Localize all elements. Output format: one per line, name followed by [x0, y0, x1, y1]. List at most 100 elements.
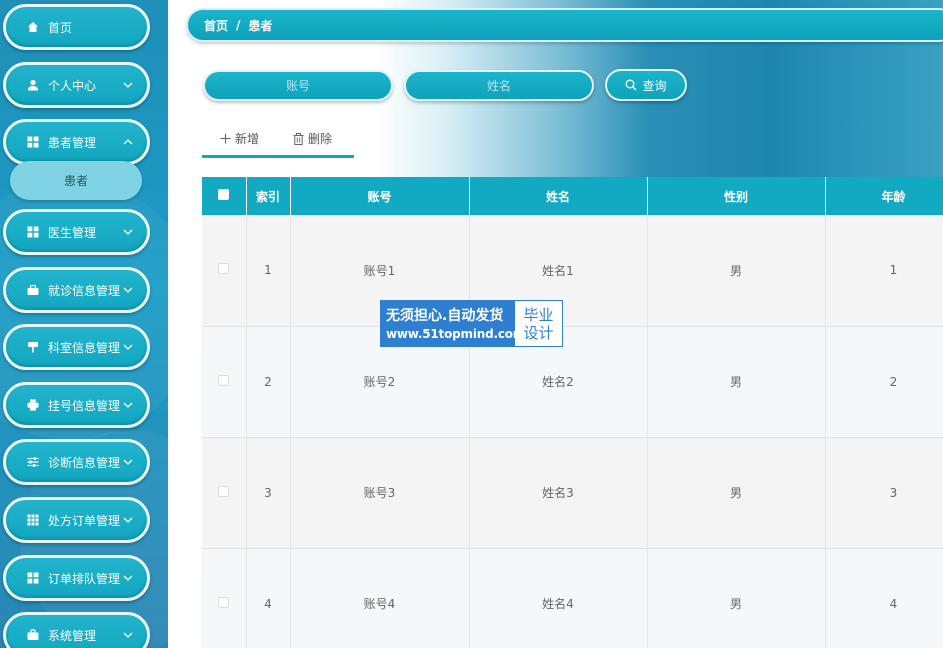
delete-button-label: 删除	[308, 132, 333, 146]
user-icon	[26, 78, 40, 92]
submenu-item-patient[interactable]: 患者	[10, 161, 142, 200]
add-button-label: 新增	[235, 132, 260, 146]
sidebar-item-system-management[interactable]: 系统管理	[3, 612, 150, 648]
delete-button[interactable]: 删除	[293, 130, 332, 147]
header-name: 姓名	[469, 177, 648, 215]
row-checkbox[interactable]	[218, 374, 230, 386]
plus-icon	[220, 133, 231, 144]
chevron-down-icon	[121, 340, 135, 354]
sidebar-item-label: 订单排队管理	[48, 571, 121, 586]
table-row[interactable]: 4 账号4 姓名4 男 4	[202, 548, 943, 648]
breadcrumb-home[interactable]: 首页	[204, 17, 228, 34]
chevron-down-icon	[121, 225, 135, 239]
watermark-right: 毕业 设计	[515, 301, 562, 346]
sidebar-item-label: 患者管理	[48, 135, 97, 150]
chevron-down-icon	[121, 513, 135, 527]
header-age: 年龄	[825, 177, 943, 215]
chevron-down-icon	[121, 283, 135, 297]
table-header-row: 索引 账号 姓名 性别 年龄	[202, 177, 943, 215]
chevron-down-icon	[121, 571, 135, 585]
cell-index: 3	[246, 437, 291, 549]
chevron-down-icon	[121, 78, 135, 92]
home-icon	[26, 20, 40, 34]
add-button[interactable]: 新增	[220, 130, 259, 147]
watermark-url: www.51topmind.com	[386, 326, 526, 341]
breadcrumb: 首页 / 患者	[186, 8, 943, 42]
cell-account: 账号3	[290, 437, 470, 549]
cell-gender: 男	[647, 437, 826, 549]
row-checkbox[interactable]	[218, 263, 230, 275]
row-select[interactable]	[202, 215, 247, 327]
sidebar-item-order-queue[interactable]: 订单排队管理	[3, 555, 150, 601]
watermark-right-bottom: 设计	[523, 323, 554, 342]
account-search-input[interactable]	[203, 70, 393, 101]
chevron-up-icon	[121, 135, 135, 149]
row-checkbox[interactable]	[218, 485, 230, 497]
trash-icon	[293, 132, 304, 145]
cell-name: 姓名4	[469, 548, 648, 648]
grid-icon	[26, 135, 40, 149]
row-select[interactable]	[202, 548, 247, 648]
sidebar-item-label: 就诊信息管理	[48, 283, 121, 298]
row-select[interactable]	[202, 326, 247, 438]
search-button-label: 查询	[642, 78, 667, 93]
cell-account: 账号4	[290, 548, 470, 648]
briefcase-icon	[26, 283, 40, 297]
sidebar-item-label: 首页	[48, 20, 73, 35]
row-select[interactable]	[202, 437, 247, 549]
cell-gender: 男	[647, 215, 826, 327]
chevron-down-icon	[121, 398, 135, 412]
cell-gender: 男	[647, 548, 826, 648]
cell-age: 3	[825, 437, 943, 549]
cell-index: 1	[246, 215, 291, 327]
sliders-icon	[26, 455, 40, 469]
breadcrumb-current: 患者	[248, 18, 273, 33]
sidebar-item-label: 科室信息管理	[48, 340, 121, 355]
sidebar-item-diagnosis-info[interactable]: 诊断信息管理	[3, 439, 150, 485]
sidebar-item-label: 个人中心	[48, 78, 97, 93]
sidebar-item-label: 系统管理	[48, 628, 97, 643]
watermark-slogan: 无须担心.自动发货	[386, 307, 504, 324]
action-bar: 新增 删除	[202, 122, 354, 158]
sidebar-item-department-info[interactable]: 科室信息管理	[3, 324, 150, 370]
chevron-down-icon	[121, 628, 135, 642]
sidebar-item-label: 诊断信息管理	[48, 455, 121, 470]
toolbox-icon	[26, 628, 40, 642]
table-row[interactable]: 2 账号2 姓名2 男 2	[202, 326, 943, 438]
sidebar-item-label: 处方订单管理	[48, 513, 121, 528]
sidebar-item-personal-center[interactable]: 个人中心	[3, 62, 150, 108]
header-index: 索引	[246, 177, 291, 215]
breadcrumb-separator: /	[236, 18, 241, 32]
cell-age: 2	[825, 326, 943, 438]
search-icon	[625, 79, 637, 91]
chevron-down-icon	[121, 455, 135, 469]
cell-age: 4	[825, 548, 943, 648]
grid-icon	[26, 225, 40, 239]
header-select-all[interactable]	[202, 177, 247, 215]
cell-index: 4	[246, 548, 291, 648]
header-gender: 性别	[647, 177, 826, 215]
sidebar-item-patient-management[interactable]: 患者管理	[3, 119, 150, 165]
table-row[interactable]: 1 账号1 姓名1 男 1	[202, 215, 943, 327]
sidebar-item-label: 医生管理	[48, 225, 97, 240]
sidebar-item-label: 挂号信息管理	[48, 398, 121, 413]
sidebar-item-home[interactable]: 首页	[3, 4, 150, 50]
sidebar-item-doctor-management[interactable]: 医生管理	[3, 209, 150, 255]
select-all-checkbox[interactable]	[218, 189, 230, 200]
header-account: 账号	[290, 177, 470, 215]
search-button[interactable]: 查询	[605, 69, 687, 101]
grid-icon	[26, 571, 40, 585]
sidebar-item-visit-info[interactable]: 就诊信息管理	[3, 267, 150, 313]
watermark-left: 无须担心.自动发货 www.51topmind.com	[381, 301, 526, 346]
row-checkbox[interactable]	[218, 596, 230, 608]
patient-table: 索引 账号 姓名 性别 年龄 1 账号1 姓名1 男 1 2 账号2 姓名2 男	[202, 177, 943, 648]
name-search-input[interactable]	[404, 70, 594, 101]
cell-name: 姓名3	[469, 437, 648, 549]
sidebar: 首页 个人中心 患者管理 患者 医生管理 就诊信息管理 科室信息管理 挂号信息管…	[0, 0, 168, 648]
table-row[interactable]: 3 账号3 姓名3 男 3	[202, 437, 943, 549]
printer-icon	[26, 398, 40, 412]
sidebar-item-registration-info[interactable]: 挂号信息管理	[3, 382, 150, 428]
sidebar-item-prescription-order[interactable]: 处方订单管理	[3, 497, 150, 543]
cell-age: 1	[825, 215, 943, 327]
watermark-right-top: 毕业	[523, 305, 554, 324]
